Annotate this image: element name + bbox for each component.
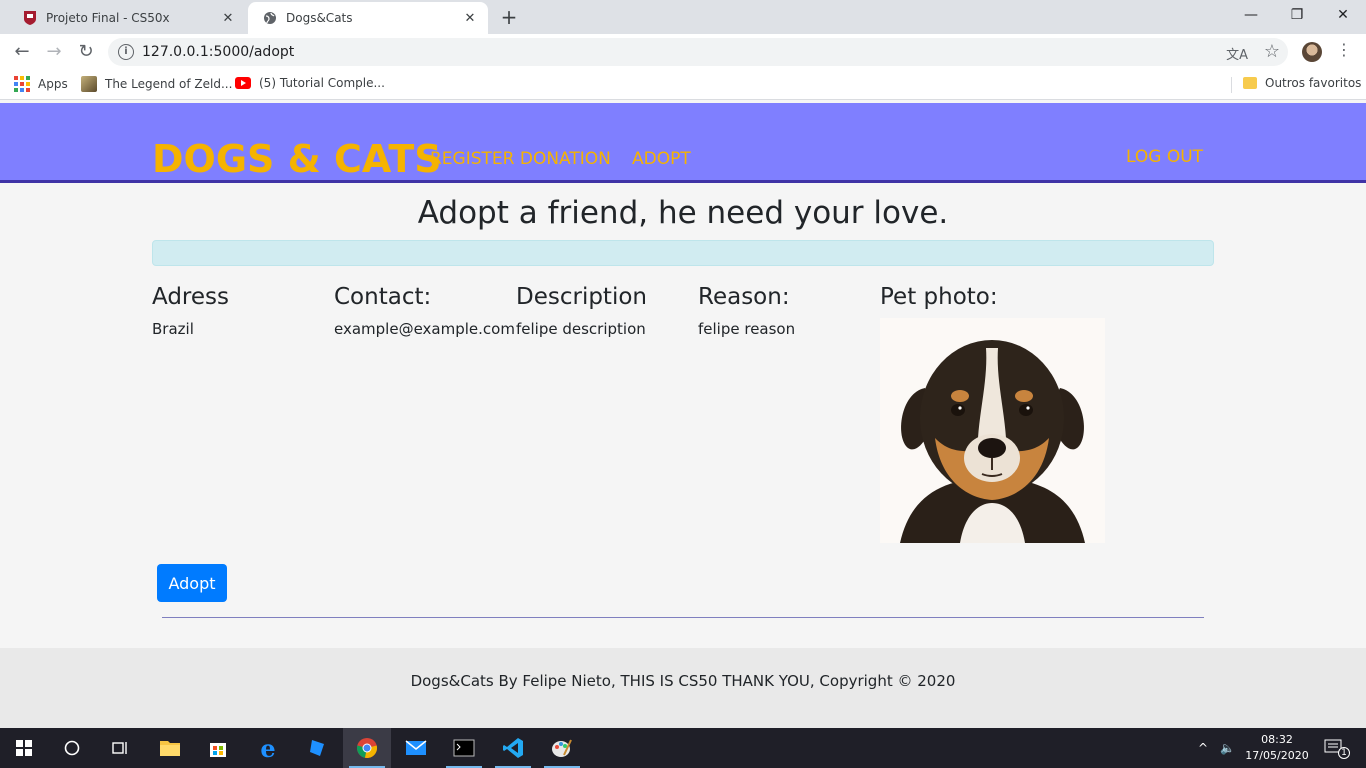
bookmark-label: The Legend of Zeld... [105,77,233,91]
tray-chevron-icon[interactable]: ^ [1198,728,1208,768]
tab-title: Projeto Final - CS50x [46,11,170,25]
description-value: felipe description [516,320,646,338]
tab-title: Dogs&Cats [286,11,353,25]
info-alert [152,240,1214,266]
brand-logo[interactable]: DOGS & CATS [152,137,442,181]
paint-icon[interactable] [538,728,586,768]
adopt-button[interactable]: Adopt [157,564,227,602]
chrome-icon[interactable] [343,728,391,768]
edge-icon[interactable]: e [244,728,292,768]
tab-projeto-final[interactable]: Projeto Final - CS50x ✕ [8,2,246,34]
close-tab-icon[interactable]: ✕ [462,10,478,26]
tab-dogs-cats[interactable]: Dogs&Cats ✕ [248,2,488,34]
pet-photo-heading: Pet photo: [880,284,998,310]
minimize-button[interactable]: — [1228,0,1274,30]
divider [162,617,1204,618]
back-arrow-icon[interactable]: ← [10,40,34,64]
bookmark-label: (5) Tutorial Comple... [259,76,385,90]
forward-arrow-icon[interactable]: → [42,40,66,64]
browser-tab-bar: Projeto Final - CS50x ✕ Dogs&Cats ✕ + — … [0,0,1366,34]
page-title: Adopt a friend, he need your love. [417,195,949,231]
address-value: Brazil [152,320,194,338]
bookmark-separator [1231,77,1232,93]
system-clock[interactable]: 08:32 17/05/2020 [1244,732,1310,764]
zelda-icon [81,76,97,92]
site-footer: Dogs&Cats By Felipe Nieto, THIS IS CS50 … [0,648,1366,728]
contact-column: Contact: example@example.com [334,284,515,338]
terminal-icon[interactable] [440,728,488,768]
address-column: Adress Brazil [152,284,229,338]
bookmark-tutorial[interactable]: (5) Tutorial Comple... [235,76,385,90]
globe-icon [262,10,278,26]
nav-adopt[interactable]: ADOPT [632,149,691,169]
site-navbar: DOGS & CATS REGISTER DONATION ADOPT LOG … [0,103,1366,183]
restore-button[interactable]: ❐ [1274,0,1320,30]
contact-heading: Contact: [334,284,432,310]
reason-heading: Reason: [698,284,790,310]
reason-value: felipe reason [698,320,796,338]
notification-count: 1 [1338,747,1350,759]
bookmarks-bar: Apps The Legend of Zeld... (5) Tutorial … [0,70,1366,100]
bookmark-zelda[interactable]: The Legend of Zeld... [81,76,232,92]
close-window-button[interactable]: ✕ [1320,0,1366,30]
nav-logout[interactable]: LOG OUT [1126,147,1203,167]
file-explorer-icon[interactable] [146,728,194,768]
notifications-icon[interactable]: 1 [1324,728,1350,768]
apps-grid-icon [14,76,30,92]
profile-avatar[interactable] [1302,42,1322,62]
task-view-icon[interactable] [96,728,144,768]
footer-text: Dogs&Cats By Felipe Nieto, THIS IS CS50 … [410,672,956,690]
bookmark-star-icon[interactable]: ☆ [1264,41,1280,62]
search-circle-icon[interactable] [48,728,96,768]
volume-icon[interactable]: 🔈 [1220,728,1235,768]
vscode-icon[interactable] [489,728,537,768]
site-info-icon[interactable]: i [118,44,134,60]
windows-start-icon[interactable] [0,728,48,768]
mail-icon[interactable] [392,728,440,768]
menu-dots-icon[interactable]: ⋮ [1336,40,1352,59]
url-text[interactable]: 127.0.0.1:5000/adopt [142,44,294,60]
address-bar[interactable]: i 127.0.0.1:5000/adopt 文A ☆ [108,38,1288,66]
pet-photo-column: Pet photo: [880,284,998,310]
folder-icon [1243,77,1257,89]
reason-column: Reason: felipe reason [698,284,795,338]
description-heading: Description [516,284,647,310]
windows-taskbar: e ^ 🔈 08:32 17/05/2020 1 [0,728,1366,768]
nav-register-donation[interactable]: REGISTER DONATION [430,149,611,169]
contact-value: example@example.com [334,320,515,338]
pet-photo [880,318,1105,543]
new-tab-button[interactable]: + [498,6,520,28]
close-tab-icon[interactable]: ✕ [220,10,236,26]
clock-date: 17/05/2020 [1245,749,1309,762]
browser-toolbar: ← → ↻ i 127.0.0.1:5000/adopt 文A ☆ ⋮ [0,34,1366,70]
reload-icon[interactable]: ↻ [74,40,98,64]
address-heading: Adress [152,284,229,310]
description-column: Description felipe description [516,284,647,338]
bookmark-label: Apps [38,77,68,91]
clock-time: 08:32 [1261,733,1293,746]
app-blue-icon[interactable] [294,728,342,768]
bookmark-apps[interactable]: Apps [14,76,68,92]
translate-icon[interactable]: 文A [1226,44,1248,63]
bookmark-other-favorites[interactable]: Outros favoritos [1243,76,1361,90]
bookmark-label: Outros favoritos [1265,76,1362,90]
store-icon[interactable] [194,728,242,768]
youtube-icon [235,77,251,89]
harvard-shield-icon [22,10,38,26]
puppy-image [900,340,1085,543]
